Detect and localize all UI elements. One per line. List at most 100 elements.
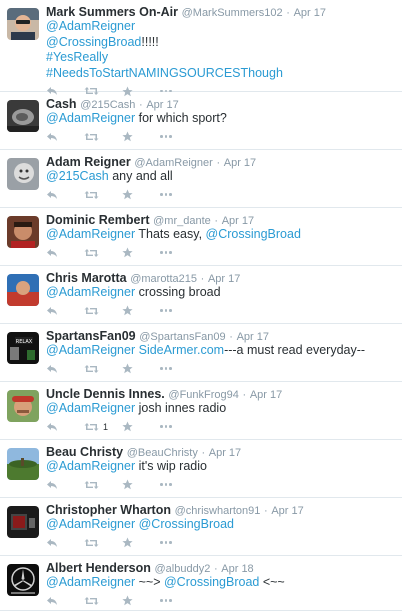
favorite-star-icon[interactable] [122,595,160,606]
mention-link[interactable]: @CrossingBroad [46,35,141,49]
avatar[interactable]: RELAX [7,332,39,364]
mention-link[interactable]: @AdamReigner [46,459,135,473]
display-name[interactable]: Cash [46,97,77,111]
mention-link[interactable]: @AdamReigner [46,401,135,415]
mention-link[interactable]: @CrossingBroad [164,575,259,589]
tweet-timestamp[interactable]: Apr 17 [222,215,254,227]
retweet-icon[interactable] [84,480,122,490]
tweet-item[interactable]: Chris Marotta @marotta215 · Apr 17 @AdamR… [0,266,402,324]
mention-link[interactable]: @AdamReigner [46,575,135,589]
display-name[interactable]: Dominic Rembert [46,213,150,227]
tweet-item[interactable]: Uncle Dennis Innes. @FunkFrog94 · Apr 17… [0,382,402,440]
user-handle[interactable]: @AdamReigner [134,157,212,169]
reply-icon[interactable] [46,364,84,374]
favorite-star-icon[interactable] [122,479,160,490]
mention-link[interactable]: @AdamReigner [46,111,135,125]
retweet-icon[interactable] [84,132,122,142]
display-name[interactable]: Chris Marotta [46,271,127,285]
avatar[interactable] [7,390,39,422]
tweet-item[interactable]: Mark Summers On-Air @MarkSummers102 · Ap… [0,0,402,96]
tweet-item[interactable]: Cash @215Cash · Apr 17 @AdamReigner for w… [0,92,402,150]
retweet-icon[interactable] [84,538,122,548]
avatar[interactable] [7,274,39,306]
more-options-icon[interactable] [160,425,198,428]
tweet-timestamp[interactable]: Apr 17 [208,273,240,285]
tweet-timestamp[interactable]: Apr 17 [271,505,303,517]
hashtag-link[interactable]: #NeedsToStartNAMINGSOURCESThough [46,66,283,80]
reply-icon[interactable] [46,480,84,490]
more-options-icon[interactable] [160,193,198,196]
user-handle[interactable]: @marotta215 [130,273,197,285]
mention-link[interactable]: @AdamReigner [46,517,135,531]
retweet-icon[interactable] [84,248,122,258]
user-handle[interactable]: @mr_dante [153,215,211,227]
tweet-item[interactable]: RELAX SpartansFan09 @SpartansFan09 · Apr … [0,324,402,382]
more-options-icon[interactable] [160,309,198,312]
retweet-icon[interactable]: 1 [84,422,122,432]
tweet-timestamp[interactable]: Apr 17 [294,7,326,19]
avatar[interactable] [7,448,39,480]
favorite-star-icon[interactable] [122,247,160,258]
more-options-icon[interactable] [160,599,198,602]
favorite-star-icon[interactable] [122,189,160,200]
display-name[interactable]: Christopher Wharton [46,503,171,517]
display-name[interactable]: Mark Summers On-Air [46,5,178,19]
reply-icon[interactable] [46,596,84,606]
user-handle[interactable]: @SpartansFan09 [139,331,225,343]
reply-icon[interactable] [46,132,84,142]
favorite-star-icon[interactable] [122,537,160,548]
tweet-item[interactable]: Dominic Rembert @mr_dante · Apr 17 @AdamR… [0,208,402,266]
display-name[interactable]: SpartansFan09 [46,329,136,343]
avatar[interactable] [7,100,39,132]
mention-link[interactable]: @AdamReigner [46,343,135,357]
tweet-timestamp[interactable]: Apr 17 [146,99,178,111]
more-options-icon[interactable] [160,251,198,254]
display-name[interactable]: Adam Reigner [46,155,131,169]
tweet-timestamp[interactable]: Apr 17 [224,157,256,169]
tweet-timestamp[interactable]: Apr 17 [237,331,269,343]
user-handle[interactable]: @BeauChristy [127,447,198,459]
reply-icon[interactable] [46,306,84,316]
tweet-timestamp[interactable]: Apr 17 [209,447,241,459]
mention-link[interactable]: @CrossingBroad [206,227,301,241]
mention-link[interactable]: @AdamReigner [46,285,135,299]
retweet-icon[interactable] [84,596,122,606]
mention-link[interactable]: @AdamReigner [46,227,135,241]
display-name[interactable]: Albert Henderson [46,561,151,575]
user-handle[interactable]: @FunkFrog94 [168,389,238,401]
user-handle[interactable]: @chriswharton91 [175,505,261,517]
display-name[interactable]: Uncle Dennis Innes. [46,387,165,401]
mention-link[interactable]: @215Cash [46,169,109,183]
tweet-item[interactable]: Beau Christy @BeauChristy · Apr 17 @AdamR… [0,440,402,498]
avatar[interactable] [7,158,39,190]
retweet-icon[interactable] [84,364,122,374]
url-link[interactable]: SideArmer.com [139,343,224,357]
favorite-star-icon[interactable] [122,305,160,316]
tweet-item[interactable]: Adam Reigner @AdamReigner · Apr 17 @215Ca… [0,150,402,208]
tweet-item[interactable]: Christopher Wharton @chriswharton91 · Ap… [0,498,402,556]
hashtag-link[interactable]: #YesReally [46,50,108,64]
favorite-star-icon[interactable] [122,131,160,142]
avatar[interactable] [7,8,39,40]
reply-icon[interactable] [46,248,84,258]
more-options-icon[interactable] [160,135,198,138]
more-options-icon[interactable] [160,367,198,370]
retweet-icon[interactable] [84,306,122,316]
more-options-icon[interactable] [160,541,198,544]
user-handle[interactable]: @215Cash [80,99,135,111]
reply-icon[interactable] [46,538,84,548]
tweet-item[interactable]: Albert Henderson @albuddy2 · Apr 18 @Adam… [0,556,402,611]
mention-link[interactable]: @CrossingBroad [139,517,234,531]
tweet-timestamp[interactable]: Apr 18 [221,563,253,575]
display-name[interactable]: Beau Christy [46,445,123,459]
retweet-icon[interactable] [84,190,122,200]
favorite-star-icon[interactable] [122,421,160,432]
user-handle[interactable]: @albuddy2 [155,563,211,575]
tweet-timestamp[interactable]: Apr 17 [250,389,282,401]
avatar[interactable] [7,564,39,596]
avatar[interactable] [7,506,39,538]
user-handle[interactable]: @MarkSummers102 [182,7,283,19]
more-options-icon[interactable] [160,483,198,486]
favorite-star-icon[interactable] [122,363,160,374]
avatar[interactable] [7,216,39,248]
